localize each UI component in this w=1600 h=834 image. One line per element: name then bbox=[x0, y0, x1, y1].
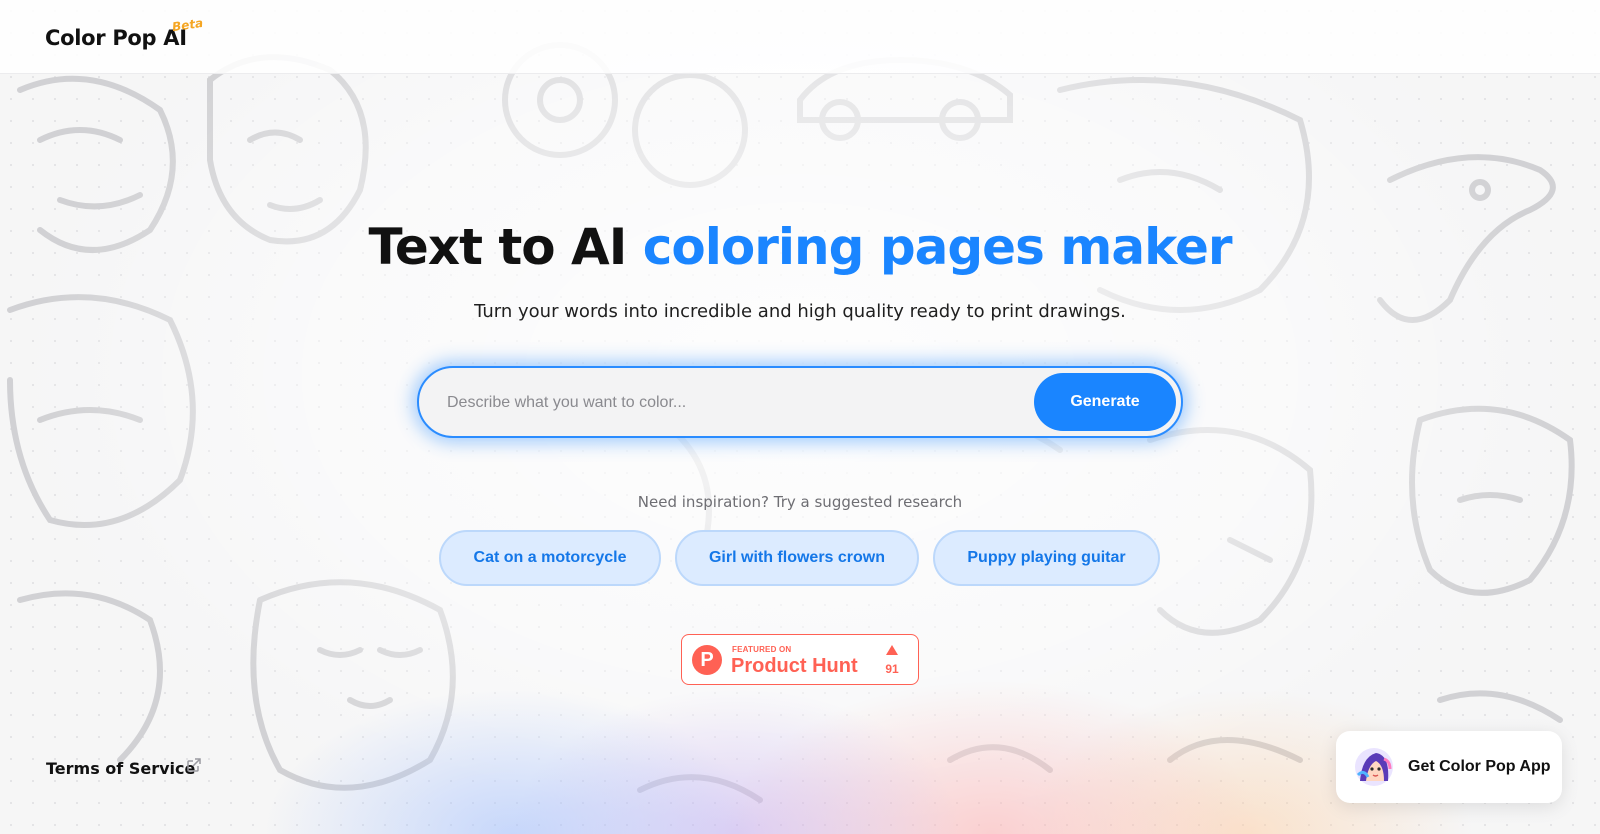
product-hunt-featured-label: FEATURED ON bbox=[732, 645, 792, 654]
inspiration-heading: Need inspiration? Try a suggested resear… bbox=[637, 493, 963, 511]
prompt-input[interactable] bbox=[447, 386, 1037, 420]
hero-subtitle: Turn your words into incredible and high… bbox=[474, 301, 1126, 322]
logo[interactable]: Color Pop AI bbox=[45, 26, 187, 50]
product-hunt-badge[interactable]: P FEATURED ON Product Hunt 91 bbox=[681, 634, 919, 685]
external-link-icon bbox=[186, 757, 202, 778]
top-header: Color Pop AI Beta bbox=[0, 0, 1600, 74]
product-hunt-vote-count: 91 bbox=[885, 662, 899, 676]
hero-title-accent: coloring pages maker bbox=[642, 218, 1233, 276]
get-app-label: Get Color Pop App bbox=[1408, 758, 1551, 775]
suggestion-chip[interactable]: Puppy playing guitar bbox=[933, 530, 1160, 586]
beta-badge: Beta bbox=[171, 15, 204, 35]
hero-title: Text to AI coloring pages maker bbox=[0, 218, 1600, 276]
hero-title-plain: Text to AI bbox=[368, 218, 627, 276]
terms-of-service-link[interactable]: Terms of Service bbox=[46, 759, 195, 778]
prompt-search-box: Generate bbox=[417, 366, 1183, 438]
product-hunt-icon: P bbox=[692, 645, 722, 675]
suggestion-chip[interactable]: Cat on a motorcycle bbox=[439, 530, 661, 586]
product-hunt-name: Product Hunt bbox=[731, 655, 858, 677]
get-app-button[interactable]: Get Color Pop App bbox=[1336, 731, 1562, 803]
app-avatar-icon bbox=[1354, 747, 1394, 792]
generate-button[interactable]: Generate bbox=[1034, 373, 1176, 431]
suggestion-chips: Cat on a motorcycle Girl with flowers cr… bbox=[0, 530, 1600, 588]
suggestion-chip[interactable]: Girl with flowers crown bbox=[675, 530, 919, 586]
upvote-arrow-icon bbox=[886, 645, 898, 655]
